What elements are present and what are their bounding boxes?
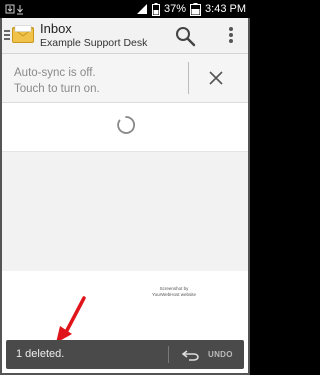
battery-percent: 37%	[164, 3, 187, 15]
undo-button[interactable]: UNDO	[176, 340, 242, 369]
close-icon[interactable]	[205, 67, 227, 89]
inbox-envelope-icon[interactable]	[12, 25, 34, 43]
undo-label: UNDO	[208, 350, 233, 359]
overflow-menu-icon[interactable]	[228, 27, 234, 45]
clock: 3:43 PM	[205, 3, 246, 15]
notification-icons	[5, 3, 27, 18]
autosync-message[interactable]: Auto-sync is off. Touch to turn on.	[14, 65, 100, 97]
banner-divider	[188, 62, 189, 94]
battery-charging-icon	[190, 2, 202, 16]
message-list-area	[2, 151, 248, 271]
app-screen: Inbox Example Support Desk Auto-sync is …	[0, 18, 250, 375]
undo-snackbar: 1 deleted. UNDO	[6, 340, 244, 369]
loading-area	[2, 103, 248, 150]
autosync-line-2: Touch to turn on.	[14, 83, 100, 95]
autosync-line-1: Auto-sync is off.	[14, 67, 96, 79]
account-name: Example Support Desk	[40, 37, 148, 49]
undo-icon	[182, 349, 199, 361]
autosync-banner[interactable]: Auto-sync is off. Touch to turn on.	[2, 54, 248, 103]
drawer-indicator-icon[interactable]	[4, 30, 10, 40]
snackbar-divider	[168, 346, 169, 363]
battery-icon	[152, 2, 160, 16]
usb-download-icons	[5, 4, 23, 15]
status-bar: 37% 3:43 PM	[0, 0, 250, 18]
annotation-arrow-icon	[56, 296, 86, 343]
screenshot-attribution: Screenshot by YourWebHost website	[152, 286, 196, 298]
attribution-line-2: YourWebHost website	[152, 292, 197, 297]
search-icon[interactable]	[174, 25, 196, 47]
loading-spinner-icon	[117, 116, 135, 134]
signal-icon	[137, 4, 147, 14]
snackbar-message: 1 deleted.	[16, 348, 65, 360]
action-bar: Inbox Example Support Desk	[2, 18, 248, 54]
status-icons: 37% 3:43 PM	[136, 2, 246, 16]
page-title: Inbox	[40, 21, 72, 36]
